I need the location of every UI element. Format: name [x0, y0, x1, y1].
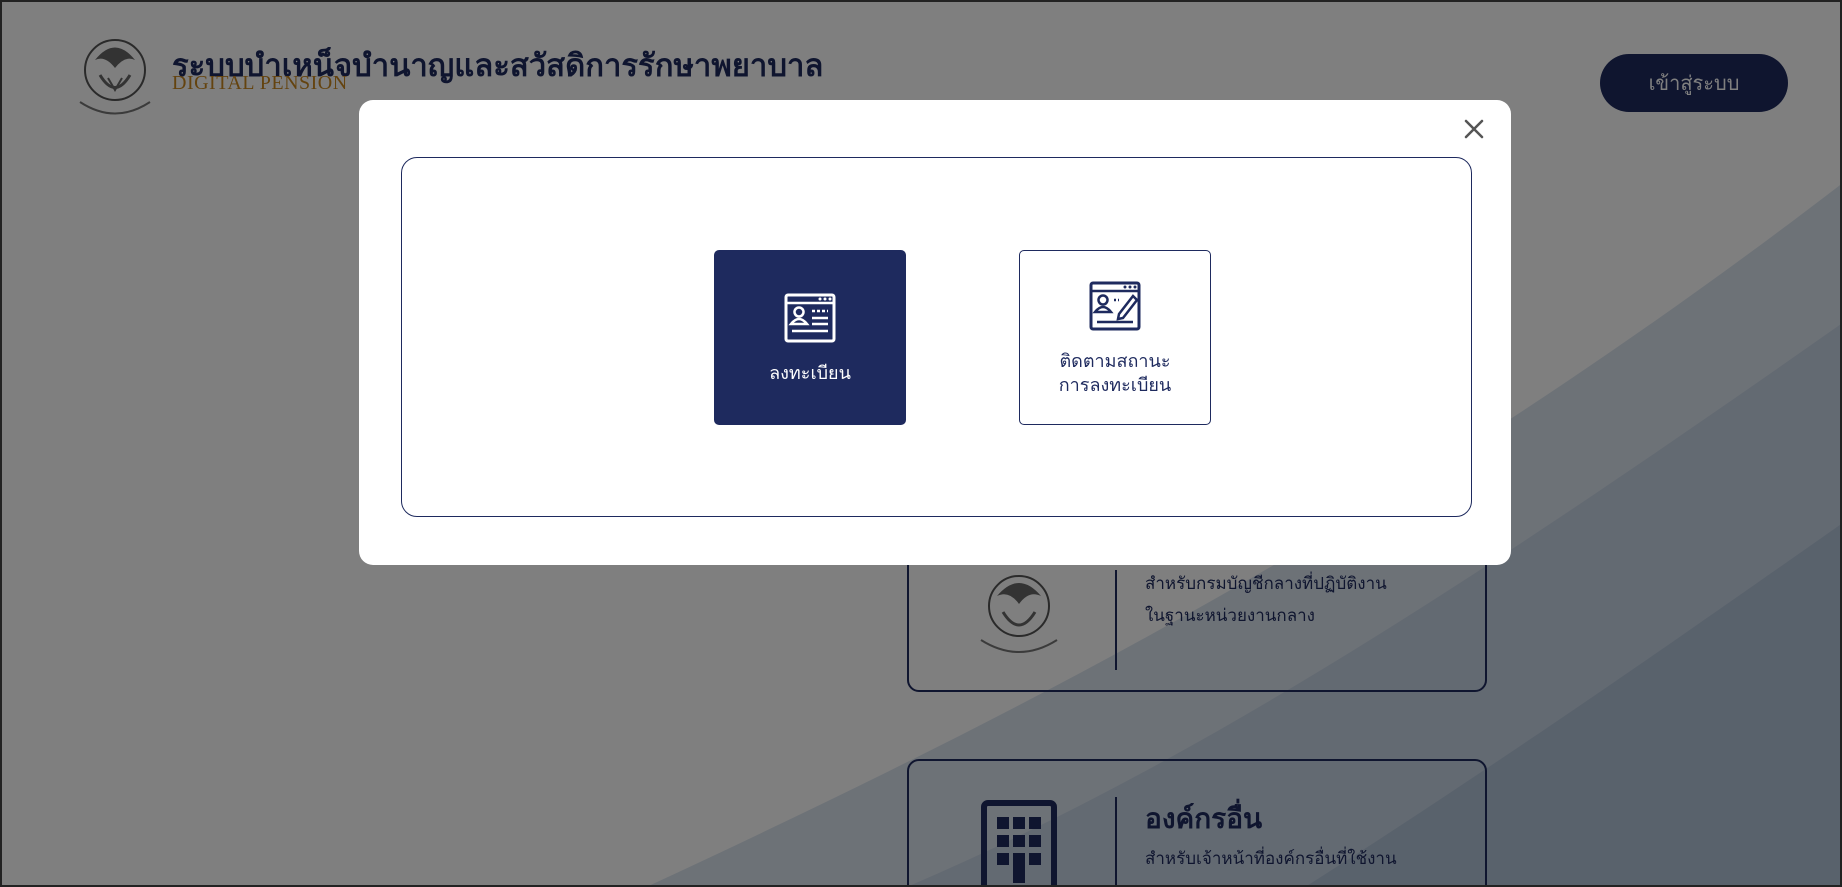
registration-modal: ลงทะเบียน ติดตามสถานะ การลงทะเบียน: [359, 100, 1511, 565]
close-icon[interactable]: [1459, 114, 1489, 144]
option-label-line: ติดตามสถานะ: [1059, 350, 1171, 372]
page: ระบบบำเหน็จบำนาญและสวัสดิการรักษาพยาบาล …: [0, 0, 1842, 887]
option-label: ติดตามสถานะ การลงทะเบียน: [1059, 350, 1171, 398]
register-option-button[interactable]: ลงทะเบียน: [714, 250, 906, 425]
registration-form-icon: [784, 293, 836, 342]
edit-form-icon: [1089, 281, 1141, 330]
option-label-line: การลงทะเบียน: [1058, 374, 1172, 396]
track-status-option-button[interactable]: ติดตามสถานะ การลงทะเบียน: [1019, 250, 1211, 425]
modal-options-panel: ลงทะเบียน ติดตามสถานะ การลงทะเบียน: [401, 157, 1472, 517]
option-label: ลงทะเบียน: [769, 362, 851, 384]
